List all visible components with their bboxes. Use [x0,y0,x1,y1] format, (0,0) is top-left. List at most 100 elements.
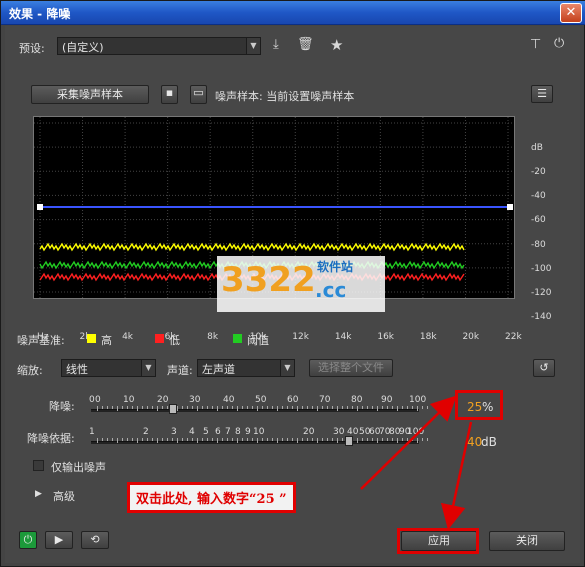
watermark-domain: .cc [315,278,347,302]
slider-tick [422,438,423,441]
scale-label: 70 [319,395,331,405]
loop-icon[interactable]: ⟲ [81,531,109,549]
slider-tick [207,406,208,409]
slider-tick [422,406,423,409]
power-toggle-icon[interactable]: ⏻ [19,531,37,549]
slider-tick [362,438,363,441]
title-bar[interactable]: 效果 - 降噪 ✕ [1,1,585,25]
scale-label: 8 [235,427,241,437]
play-icon[interactable]: ▶ [45,531,73,549]
slider-tick [187,438,188,441]
slider-tick [427,438,428,441]
preset-select[interactable]: (自定义) ▼ [57,37,261,55]
slider-tick [272,406,273,409]
legend-high-label: 高 [101,334,112,347]
slider-tick [337,406,338,411]
curve-handle-right [507,204,513,210]
capture-noise-print-button[interactable]: 采集噪声样本 [31,85,149,104]
close-icon[interactable]: ✕ [560,3,582,23]
slider-tick [287,438,288,441]
slider-tick [257,438,258,443]
slider-tick [417,406,418,411]
routing-icon[interactable]: ⊤ [530,37,541,52]
advanced-label[interactable]: 高级 [53,488,75,504]
highlight-apply-box [397,528,479,554]
folder-icon[interactable]: ▭ [190,85,207,104]
slider-tick [247,406,248,409]
slider-tick [332,406,333,409]
slider-tick [262,406,263,409]
slider-tick [352,406,353,409]
menu-icon[interactable]: ☰ [531,85,553,103]
slider-tick [402,438,403,441]
power-icon[interactable]: ⏻ [554,36,564,51]
slider-tick [412,438,413,441]
scale-select[interactable]: 线性 ▼ [61,359,156,377]
legend-title: 噪声基准: [17,334,65,347]
slider-tick [237,406,238,411]
slider-tick [252,438,253,441]
noise-reduction-track[interactable] [91,409,419,412]
x-tick-label: 18k [419,332,437,342]
slider-tick [187,406,188,409]
scale-label: 7 [225,427,231,437]
chevron-down-icon: ▼ [280,360,294,376]
channel-select[interactable]: 左声道 ▼ [197,359,295,377]
noise-reduction-label: 降噪: [49,400,75,413]
star-icon[interactable]: ★ [330,36,343,54]
x-tick-label: 4k [122,332,134,342]
download-icon[interactable]: ⤓ [273,37,279,52]
reset-icon[interactable]: ↺ [533,359,555,377]
instruction-annotation: 双击此处, 输入数字“25 ” [127,482,296,513]
slider-tick [392,406,393,409]
slider-tick [287,406,288,409]
slider-tick [267,406,268,409]
slider-tick [272,438,273,441]
trash-icon[interactable]: 🗑 [297,37,314,52]
slider-tick [387,438,388,441]
select-entire-file-button[interactable]: 选择整个文件 [309,359,393,377]
slider-tick [227,438,228,441]
scale-label: 30 [189,395,201,405]
slider-tick [357,406,358,411]
watermark-logo: 3322 .cc 软件站 [217,256,385,312]
slider-tick [102,438,103,441]
y-tick-label: -60 [531,215,546,226]
slider-tick [217,438,218,443]
slider-tick [307,438,308,441]
reduce-by-value[interactable]: 40 [467,435,482,449]
save-icon[interactable]: ▪ [161,85,178,104]
noise-reduction-thumb[interactable] [169,404,177,414]
reduce-by-thumb[interactable] [345,436,353,446]
slider-tick [347,406,348,409]
slider-tick [142,438,143,441]
scale-value: 线性 [66,363,88,376]
slider-tick [157,406,158,411]
scale-label: 0 [95,395,101,405]
scale-label: 0 [89,395,95,405]
scale-label: 90 [381,395,393,405]
y-tick-label: -20 [531,167,546,178]
chevron-right-icon[interactable]: ▶ [35,489,42,499]
slider-tick [102,406,103,409]
slider-tick [387,406,388,409]
chevron-down-icon: ▼ [141,360,155,376]
slider-tick [362,406,363,409]
scale-label: 缩放: [17,364,43,377]
slider-tick [167,406,168,409]
slider-tick [267,438,268,441]
slider-tick [242,438,243,441]
slider-tick [202,406,203,409]
slider-tick [417,438,418,443]
reduce-by-track[interactable] [91,441,419,444]
scale-label: 1 [89,427,95,437]
slider-tick [137,406,138,411]
slider-tick [277,406,278,411]
close-button[interactable]: 关闭 [489,531,565,551]
channel-label: 声道: [167,364,193,377]
slider-tick [282,438,283,441]
output-noise-only-checkbox[interactable] [33,460,44,471]
slider-tick [342,438,343,441]
slider-tick [177,406,178,411]
slider-tick [382,406,383,409]
